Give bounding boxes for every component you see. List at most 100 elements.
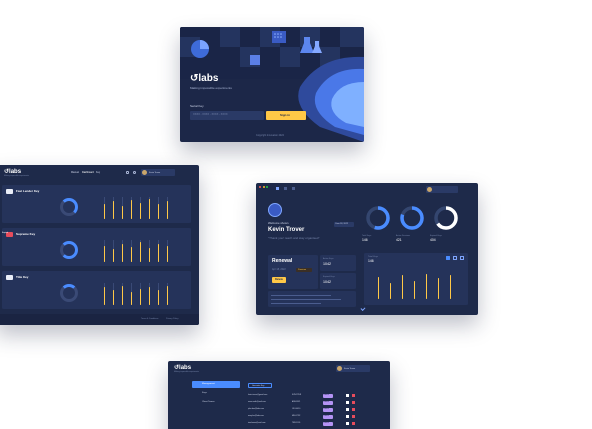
table-row[interactable]: mary.lee@labs.com MLE-7782 Active bbox=[248, 414, 368, 420]
table-row[interactable]: tom.brown@mail.com TBR-1205 Active bbox=[248, 421, 368, 427]
stat-ring bbox=[400, 206, 424, 230]
sidebar-item-client-teams[interactable]: Client Teams bbox=[192, 399, 240, 406]
edit-icon[interactable] bbox=[346, 394, 349, 397]
keys-window: ↺labs Making impossible experiments Manu… bbox=[0, 165, 199, 325]
settings-icon[interactable] bbox=[133, 171, 136, 174]
status-badge: Active bbox=[323, 421, 333, 426]
usage-bar bbox=[140, 202, 141, 219]
sidebar-item-management[interactable]: Management bbox=[192, 381, 240, 388]
serial-key-input[interactable]: XXXX - XXXX - XXXX - XXXX bbox=[190, 111, 264, 120]
grid-icon[interactable] bbox=[284, 187, 287, 190]
welcome-card: Welcome shown Kevin Trover "Thank you! r… bbox=[264, 200, 358, 248]
maximize-dot[interactable] bbox=[266, 186, 268, 188]
usage-bar bbox=[122, 205, 123, 219]
user-chip[interactable]: Kevin Trover bbox=[141, 169, 175, 176]
stat-label: Active Sessions bbox=[396, 235, 411, 237]
usage-bar bbox=[149, 199, 150, 219]
window-controls bbox=[259, 186, 268, 188]
delete-icon[interactable] bbox=[352, 408, 355, 411]
usage-bar bbox=[113, 289, 114, 305]
edit-icon[interactable] bbox=[346, 401, 349, 404]
active-keys-card: Active Keys 1042 bbox=[320, 255, 356, 271]
delete-icon[interactable] bbox=[352, 394, 355, 397]
check-icon[interactable] bbox=[360, 306, 366, 311]
chart-bar bbox=[438, 278, 439, 299]
copyright-text: Copyright Innovation 2022 bbox=[256, 134, 284, 137]
usage-bar bbox=[167, 245, 168, 262]
avatar bbox=[142, 170, 147, 175]
nav-key[interactable]: Key bbox=[96, 171, 100, 174]
progress-ring bbox=[60, 198, 78, 216]
filter-icon[interactable] bbox=[453, 256, 457, 260]
chart-title: Total Keys bbox=[368, 256, 379, 258]
renewal-date: Apr 18, 2022 bbox=[272, 268, 286, 271]
more-icon[interactable] bbox=[460, 256, 464, 260]
usage-bar bbox=[104, 203, 105, 219]
table-row[interactable]: anna.smith@mail.com ANS-9921 Active bbox=[248, 400, 368, 406]
usage-bar bbox=[113, 201, 114, 219]
user-key: ANS-9921 bbox=[292, 400, 301, 403]
serial-key-label: Serial Key bbox=[190, 104, 204, 108]
delete-icon[interactable] bbox=[352, 422, 355, 425]
keys-footer: Terms & Conditions Privacy Policy bbox=[0, 314, 199, 325]
bell-icon[interactable] bbox=[126, 171, 129, 174]
renewal-title: Renewal bbox=[272, 258, 293, 264]
usage-bar bbox=[131, 200, 132, 219]
home-icon[interactable] bbox=[276, 187, 279, 190]
table-row[interactable]: kevin.trover@gmail.com KVN-TRVR Active bbox=[248, 393, 368, 399]
minimize-dot[interactable] bbox=[262, 186, 265, 188]
premium-badge: Premium bbox=[296, 268, 312, 272]
key-card-1[interactable]: Fast Lender Key bbox=[2, 185, 191, 223]
terms-link[interactable]: Terms & Conditions bbox=[141, 318, 158, 320]
keys-subtitle: Making impossible experiments bbox=[4, 175, 30, 177]
edit-icon[interactable] bbox=[346, 408, 349, 411]
chart-bar bbox=[426, 273, 427, 299]
close-dot[interactable] bbox=[259, 186, 261, 188]
stat-label: Expired Keys bbox=[430, 235, 442, 237]
usage-bar bbox=[167, 286, 168, 305]
renew-button[interactable]: Renew bbox=[272, 277, 286, 283]
key-name: Supreme Key bbox=[16, 232, 36, 236]
usage-bar bbox=[167, 201, 168, 219]
usage-bar bbox=[131, 246, 132, 262]
usage-bar bbox=[104, 287, 105, 305]
sign-in-button[interactable]: Sign in bbox=[266, 111, 306, 120]
nav-manual[interactable]: Manual bbox=[71, 171, 79, 174]
edit-icon[interactable] bbox=[346, 415, 349, 418]
login-tagline: Making impossible experiments bbox=[190, 86, 232, 90]
key-name: Fast Lender Key bbox=[16, 189, 40, 193]
delete-icon[interactable] bbox=[352, 415, 355, 418]
users-window: ↺labs Making impossible experiments Kevi… bbox=[168, 361, 390, 429]
quote: "Thank you! reach and stay organised" bbox=[268, 236, 320, 240]
generate-key-button[interactable]: Generate Key bbox=[248, 383, 272, 388]
key-icon bbox=[6, 189, 13, 194]
activity-card bbox=[268, 291, 356, 307]
avatar bbox=[427, 187, 432, 192]
expired-keys-card: Expired Keys 1042 bbox=[320, 273, 356, 289]
key-icon[interactable] bbox=[292, 187, 295, 190]
user-chip[interactable] bbox=[426, 186, 458, 193]
stat-ring bbox=[366, 206, 390, 230]
user-chip[interactable]: Kevin Trover bbox=[336, 365, 370, 372]
status-label: Active bbox=[324, 422, 329, 424]
usage-bar bbox=[149, 247, 150, 262]
privacy-link[interactable]: Privacy Policy bbox=[166, 318, 178, 320]
progress-ring bbox=[60, 284, 78, 302]
chart-value: 146 bbox=[368, 259, 374, 263]
status-label: Active bbox=[324, 394, 329, 396]
user-email: john.doe@labs.com bbox=[248, 407, 264, 410]
key-name: Title Key bbox=[16, 275, 29, 279]
avatar bbox=[337, 366, 342, 371]
delete-icon[interactable] bbox=[352, 401, 355, 404]
nav-dashboard[interactable]: Dashboard bbox=[82, 171, 94, 174]
sidebar-item-keys[interactable]: Keys bbox=[192, 390, 240, 397]
user-key: MLE-7782 bbox=[292, 414, 301, 417]
edit-icon[interactable] bbox=[346, 422, 349, 425]
usage-bar bbox=[122, 244, 123, 262]
stat-label: Total Keys bbox=[362, 235, 372, 237]
calendar-icon[interactable] bbox=[446, 256, 450, 260]
key-card-3[interactable]: Title Key bbox=[2, 271, 191, 309]
key-card-2[interactable]: Supreme Key bbox=[2, 228, 191, 266]
table-row[interactable]: john.doe@labs.com JDO-4410 Active bbox=[248, 407, 368, 413]
usage-bar bbox=[158, 289, 159, 305]
